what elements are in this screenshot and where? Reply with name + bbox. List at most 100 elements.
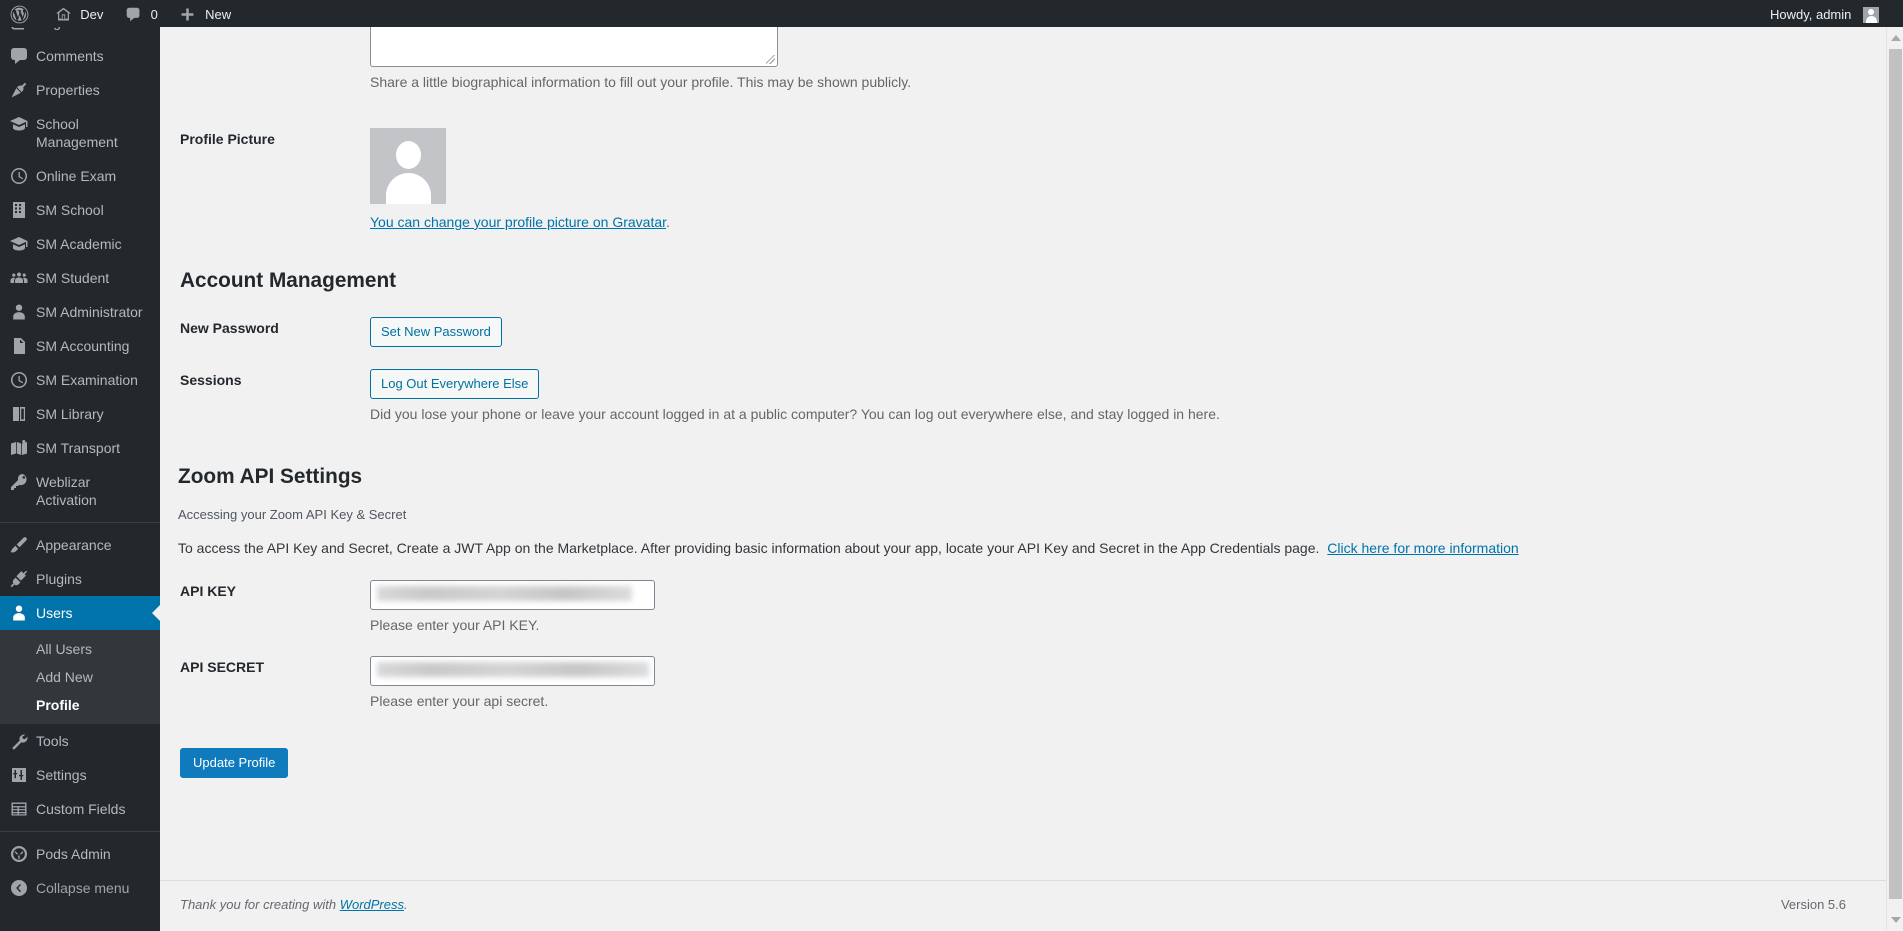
sidebar-item-comments[interactable]: Comments — [0, 39, 160, 73]
footer-version: Version 5.6 — [1781, 897, 1846, 912]
sidebar-item-all-users[interactable]: All Users — [0, 635, 160, 663]
menu-separator — [0, 522, 160, 523]
profile-picture-label: Profile Picture — [170, 128, 370, 148]
sidebar-item-sm-library[interactable]: SM Library — [0, 397, 160, 431]
sidebar-item-profile[interactable]: Profile — [0, 691, 160, 719]
admin-bar: Dev 0 New Howdy, admin — [0, 0, 1903, 27]
sidebar-item-plugins[interactable]: Plugins — [0, 562, 160, 596]
graduation-cap-icon — [9, 114, 29, 134]
sidebar-item-sm-examination[interactable]: SM Examination — [0, 363, 160, 397]
sidebar-item-sm-academic[interactable]: SM Academic — [0, 227, 160, 261]
biographical-info-textarea[interactable] — [370, 27, 778, 67]
row-biographical-info: Share a little biographical information … — [170, 27, 1888, 108]
site-name-label: Dev — [80, 1, 103, 28]
scrollbar-thumb[interactable] — [1889, 49, 1902, 899]
zoom-api-settings-heading: Zoom API Settings — [170, 462, 1888, 491]
new-content-menu[interactable]: New — [170, 0, 240, 27]
footer-thanks-suffix: . — [404, 897, 408, 912]
paintbrush-icon — [9, 535, 29, 555]
sidebar-item-appearance[interactable]: Appearance — [0, 528, 160, 562]
table-icon — [9, 799, 29, 819]
sidebar-item-weblizar-activation[interactable]: Weblizar Activation — [0, 465, 160, 517]
sessions-label: Sessions — [170, 369, 370, 389]
sidebar-item-tools[interactable]: Tools — [0, 724, 160, 758]
biographical-info-description: Share a little biographical information … — [370, 72, 1878, 93]
api-secret-description: Please enter your api secret. — [370, 691, 1878, 712]
sidebar-item-add-new-user[interactable]: Add New — [0, 663, 160, 691]
sidebar-item-users[interactable]: Users — [0, 596, 160, 630]
map-icon — [9, 438, 29, 458]
log-out-everywhere-else-button[interactable]: Log Out Everywhere Else — [370, 369, 539, 399]
sidebar-item-sm-accounting[interactable]: SM Accounting — [0, 329, 160, 363]
group-icon — [9, 268, 29, 288]
user-icon — [9, 302, 29, 322]
comment-bubble-icon — [125, 6, 142, 23]
sidebar-item-settings[interactable]: Settings — [0, 758, 160, 792]
collapse-menu-button[interactable]: Collapse menu — [0, 871, 160, 905]
set-new-password-button[interactable]: Set New Password — [370, 317, 502, 347]
comments-menu[interactable]: 0 — [116, 0, 167, 27]
zoom-api-subheading: Accessing your Zoom API Key & Secret — [178, 507, 406, 522]
sidebar-item-custom-fields[interactable]: Custom Fields — [0, 792, 160, 826]
my-account-menu[interactable]: Howdy, admin — [1761, 0, 1879, 27]
api-secret-label: API SECRET — [170, 656, 370, 676]
sliders-icon — [9, 765, 29, 785]
plug-icon — [9, 569, 29, 589]
sidebar-item-pods-admin[interactable]: Pods Admin — [0, 837, 160, 871]
sidebar-item-sm-school[interactable]: SM School — [0, 193, 160, 227]
sidebar-item-sm-administrator[interactable]: SM Administrator — [0, 295, 160, 329]
new-content-label: New — [205, 1, 231, 28]
zoom-api-more-info-link[interactable]: Click here for more information — [1327, 540, 1518, 556]
sidebar-item-school-management[interactable]: School Management — [0, 107, 160, 159]
gravatar-link-suffix: . — [666, 214, 670, 230]
gravatar-link[interactable]: You can change your profile picture on G… — [370, 214, 666, 230]
sidebar-item-online-exam[interactable]: Online Exam — [0, 159, 160, 193]
scroll-down-arrow-icon[interactable] — [1891, 917, 1901, 923]
row-sessions: Sessions Log Out Everywhere Else Did you… — [170, 355, 1888, 440]
comment-bubble-icon — [9, 46, 29, 66]
new-password-label: New Password — [170, 317, 370, 337]
zoom-api-intro: To access the API Key and Secret, Create… — [178, 540, 1319, 556]
api-key-description: Please enter your API KEY. — [370, 615, 1878, 636]
admin-sidebar-menu: Pages Comments Properties School Managem… — [0, 27, 160, 931]
admin-bar-right: Howdy, admin — [1761, 0, 1903, 27]
wordpress-link[interactable]: WordPress — [340, 897, 404, 912]
pin-icon — [9, 80, 29, 100]
scroll-up-arrow-icon[interactable] — [1891, 35, 1901, 41]
wordpress-logo-menu[interactable] — [0, 0, 42, 27]
api-secret-input[interactable] — [370, 656, 655, 686]
document-icon — [9, 336, 29, 356]
user-icon — [9, 603, 29, 623]
site-name-menu[interactable]: Dev — [46, 0, 113, 27]
update-profile-button[interactable]: Update Profile — [180, 748, 288, 778]
collapse-arrow-icon — [9, 878, 29, 898]
building-icon — [9, 200, 29, 220]
wordpress-logo-icon — [10, 5, 29, 24]
account-management-heading: Account Management — [170, 266, 1888, 295]
clock-icon — [9, 370, 29, 390]
row-api-secret: API SECRET Please enter your api secret. — [170, 642, 1888, 718]
api-key-label: API KEY — [170, 580, 370, 600]
api-key-input[interactable] — [370, 580, 655, 610]
pages-icon — [9, 27, 29, 32]
graduation-cap-icon — [9, 234, 29, 254]
sidebar-item-sm-student[interactable]: SM Student — [0, 261, 160, 295]
page-scrollbar[interactable] — [1886, 27, 1903, 931]
home-icon — [55, 6, 72, 23]
book-icon — [9, 404, 29, 424]
users-submenu: All Users Add New Profile — [0, 630, 160, 724]
footer-thanks-prefix: Thank you for creating with — [180, 897, 340, 912]
footer-thanks: Thank you for creating with WordPress. — [180, 897, 408, 912]
row-api-key: API KEY Please enter your API KEY. — [170, 556, 1888, 642]
howdy-label: Howdy, admin — [1770, 1, 1859, 28]
sidebar-item-properties[interactable]: Properties — [0, 73, 160, 107]
sidebar-item-sm-transport[interactable]: SM Transport — [0, 431, 160, 465]
sessions-description: Did you lose your phone or leave your ac… — [370, 404, 1878, 425]
default-avatar-icon — [370, 128, 446, 204]
clock-icon — [9, 166, 29, 186]
user-avatar-icon — [1863, 7, 1879, 23]
row-new-password: New Password Set New Password — [170, 295, 1888, 355]
pods-icon — [9, 844, 29, 864]
key-icon — [9, 472, 29, 492]
sidebar-item-pages[interactable]: Pages — [0, 27, 160, 39]
